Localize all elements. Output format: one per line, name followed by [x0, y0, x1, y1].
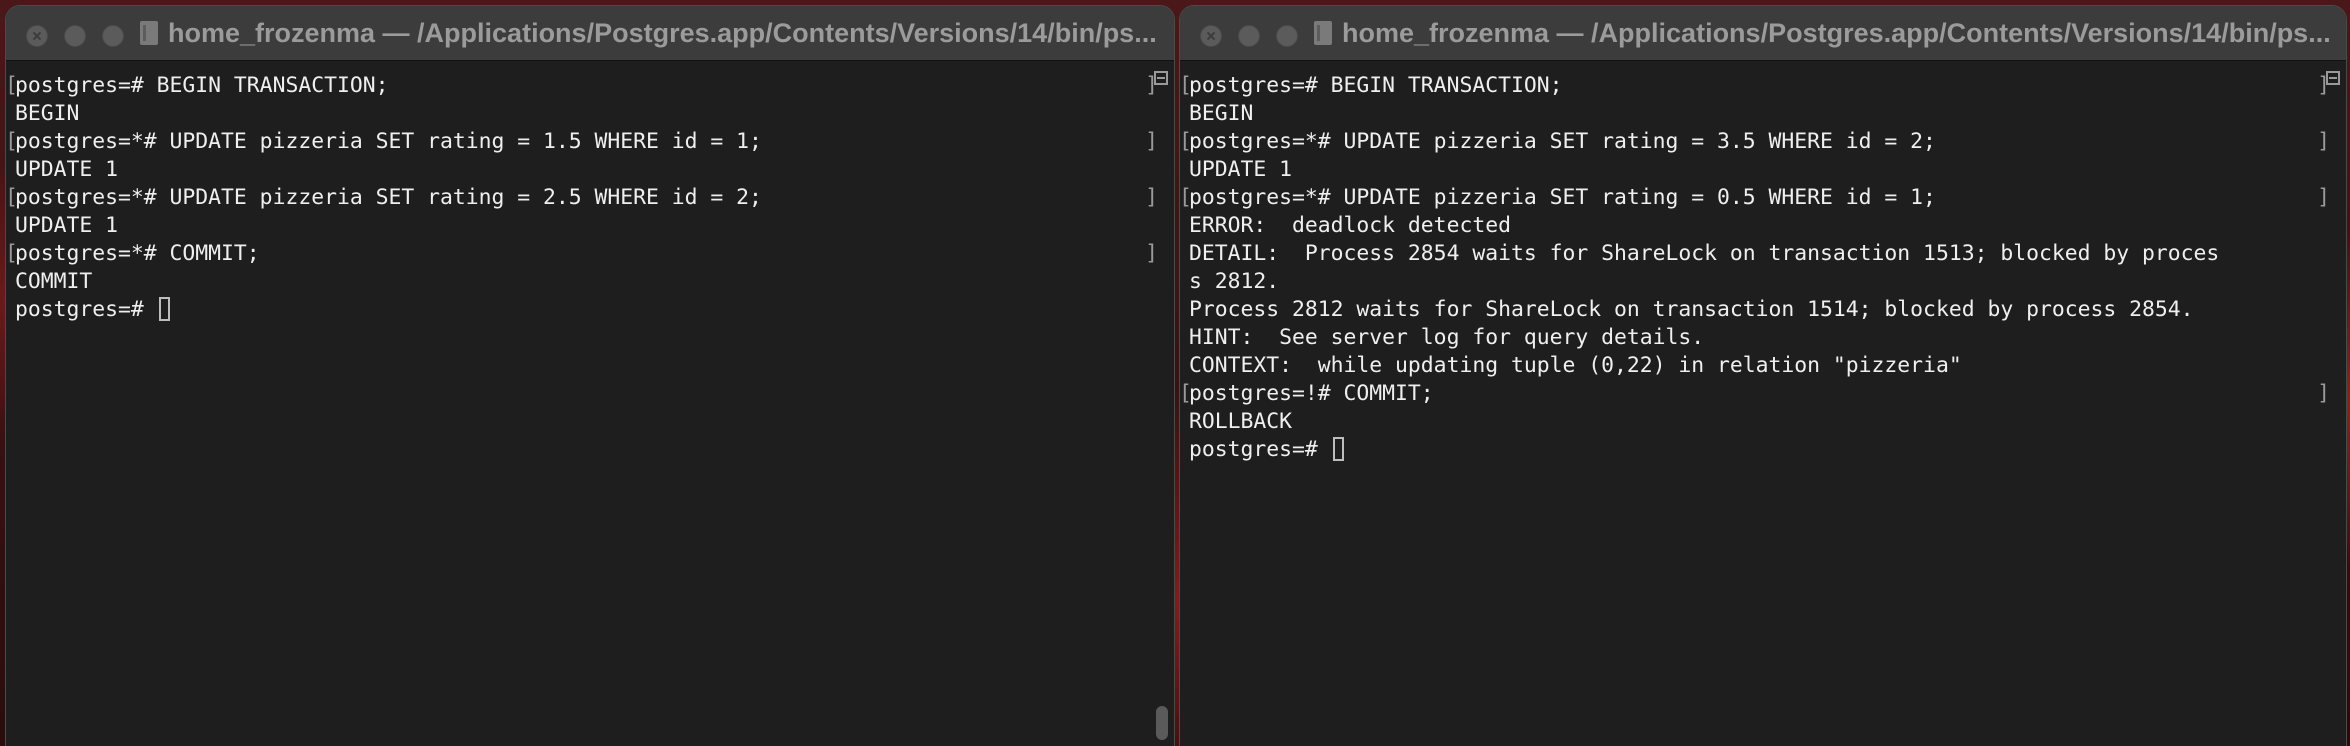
- minimize-button[interactable]: [1238, 25, 1260, 47]
- terminal-window-left[interactable]: home_frozenma — /Applications/Postgres.a…: [6, 6, 1174, 746]
- terminal-line-text: ERROR: deadlock detected: [1189, 213, 1511, 238]
- terminal-line-text: postgres=*# UPDATE pizzeria SET rating =…: [15, 185, 762, 210]
- title-bar[interactable]: home_frozenma — /Applications/Postgres.a…: [6, 6, 1174, 61]
- text-cursor: [1332, 437, 1344, 461]
- terminal-line-text: UPDATE 1: [15, 157, 119, 182]
- terminal-line-text: postgres=#: [15, 297, 157, 322]
- terminal-line: COMMIT: [6, 268, 1144, 296]
- terminal-line: HINT: See server log for query details.: [1180, 324, 2316, 352]
- terminal-line-text: Process 2812 waits for ShareLock on tran…: [1189, 297, 2194, 322]
- terminal-line: BEGIN: [1180, 100, 2316, 128]
- split-pane-icon[interactable]: [1154, 71, 1168, 85]
- terminal-line: CONTEXT: while updating tuple (0,22) in …: [1180, 352, 2316, 380]
- terminal-line: BEGIN: [6, 100, 1144, 128]
- terminal-line: ROLLBACK: [1180, 408, 2316, 436]
- terminal-line-text: postgres=*# COMMIT;: [15, 241, 260, 266]
- close-button[interactable]: [26, 25, 48, 47]
- terminal-line: postgres=!# COMMIT;: [1180, 380, 2330, 408]
- terminal-line-text: postgres=# BEGIN TRANSACTION;: [1189, 73, 1563, 98]
- terminal-line-text: UPDATE 1: [15, 213, 119, 238]
- terminal-line-text: postgres=#: [1189, 437, 1331, 462]
- terminal-line: Process 2812 waits for ShareLock on tran…: [1180, 296, 2316, 324]
- terminal-line: postgres=#: [6, 296, 1144, 324]
- window-title-area: home_frozenma — /Applications/Postgres.a…: [1314, 18, 2334, 48]
- terminal-line-text: COMMIT: [15, 269, 93, 294]
- document-icon: [1314, 21, 1332, 45]
- terminal-line: postgres=# BEGIN TRANSACTION;: [1180, 72, 2330, 100]
- split-pane-icon[interactable]: [2326, 71, 2340, 85]
- terminal-line-text: DETAIL: Process 2854 waits for ShareLock…: [1189, 241, 2220, 266]
- terminal-line: postgres=*# UPDATE pizzeria SET rating =…: [1180, 128, 2330, 156]
- terminal-line-text: BEGIN: [1189, 101, 1254, 126]
- terminal-output[interactable]: postgres=# BEGIN TRANSACTION; BEGIN postgr…: [6, 61, 1158, 746]
- terminal-line: postgres=*# UPDATE pizzeria SET rating =…: [6, 128, 1158, 156]
- terminal-line-text: CONTEXT: while updating tuple (0,22) in …: [1189, 353, 1962, 378]
- terminal-line-text: BEGIN: [15, 101, 80, 126]
- terminal-line: postgres=*# UPDATE pizzeria SET rating =…: [6, 184, 1158, 212]
- scrollbar-thumb[interactable]: [1156, 706, 1168, 740]
- terminal-line-text: HINT: See server log for query details.: [1189, 325, 1705, 350]
- terminal-line-text: postgres=# BEGIN TRANSACTION;: [15, 73, 389, 98]
- title-bar[interactable]: home_frozenma — /Applications/Postgres.a…: [1180, 6, 2346, 61]
- terminal-line: postgres=*# COMMIT;: [6, 240, 1158, 268]
- terminal-line-text: postgres=*# UPDATE pizzeria SET rating =…: [15, 129, 762, 154]
- terminal-line-text: UPDATE 1: [1189, 157, 1293, 182]
- window-controls: [26, 25, 124, 47]
- terminal-output[interactable]: postgres=# BEGIN TRANSACTION; BEGIN postgr…: [1180, 61, 2330, 746]
- window-title-area: home_frozenma — /Applications/Postgres.a…: [140, 18, 1162, 48]
- terminal-line: postgres=# BEGIN TRANSACTION;: [6, 72, 1158, 100]
- terminal-gutter: [1150, 61, 1174, 746]
- terminal-line-text: s 2812.: [1189, 269, 1280, 294]
- terminal-line-text: ROLLBACK: [1189, 409, 1293, 434]
- window-controls: [1200, 25, 1298, 47]
- terminal-line: ERROR: deadlock detected: [1180, 212, 2316, 240]
- document-icon: [140, 21, 158, 45]
- terminal-line: postgres=#: [1180, 436, 2316, 464]
- terminal-line: DETAIL: Process 2854 waits for ShareLock…: [1180, 240, 2316, 268]
- minimize-button[interactable]: [64, 25, 86, 47]
- terminal-window-right[interactable]: home_frozenma — /Applications/Postgres.a…: [1180, 6, 2346, 746]
- terminal-line: UPDATE 1: [1180, 156, 2316, 184]
- text-cursor: [158, 297, 170, 321]
- window-title: home_frozenma — /Applications/Postgres.a…: [1342, 18, 2331, 48]
- terminal-line: s 2812.: [1180, 268, 2316, 296]
- terminal-line-text: postgres=!# COMMIT;: [1189, 381, 1434, 406]
- zoom-button[interactable]: [1276, 25, 1298, 47]
- terminal-line: UPDATE 1: [6, 156, 1144, 184]
- window-title: home_frozenma — /Applications/Postgres.a…: [168, 18, 1157, 48]
- terminal-line: postgres=*# UPDATE pizzeria SET rating =…: [1180, 184, 2330, 212]
- close-button[interactable]: [1200, 25, 1222, 47]
- terminal-gutter: [2322, 61, 2346, 746]
- terminal-line-text: postgres=*# UPDATE pizzeria SET rating =…: [1189, 129, 1936, 154]
- zoom-button[interactable]: [102, 25, 124, 47]
- terminal-line-text: postgres=*# UPDATE pizzeria SET rating =…: [1189, 185, 1936, 210]
- terminal-line: UPDATE 1: [6, 212, 1144, 240]
